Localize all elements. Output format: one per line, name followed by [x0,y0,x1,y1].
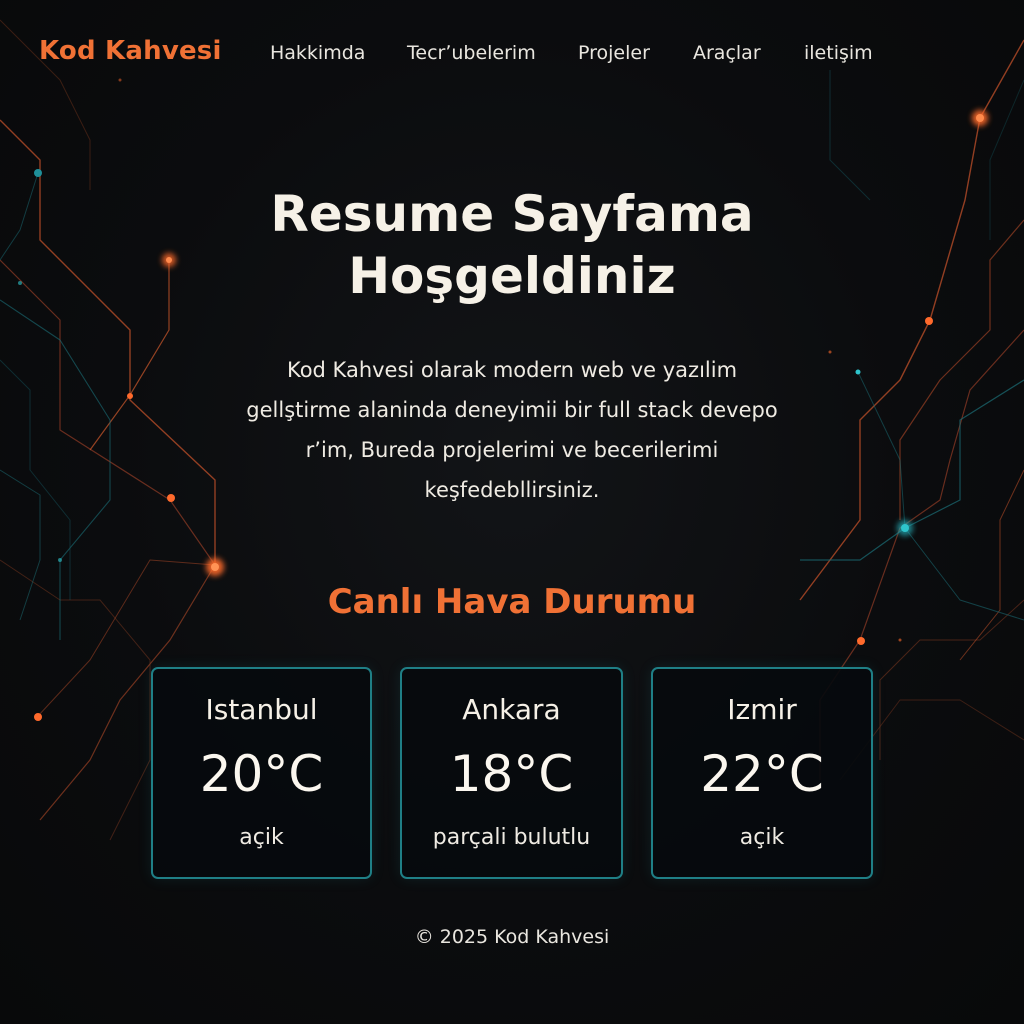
weather-heading: Canlı Hava Durumu [327,582,697,622]
hero-title-line-2: Hoşgeldiniz [348,247,676,305]
weather-card-istanbul: Istanbul 20°C açik [151,667,372,879]
weather-temperature: 18°C [449,745,574,803]
footer-text: 2025 Kod Kahvesi [439,926,610,948]
weather-card-izmir: Izmir 22°C açik [651,667,873,879]
hero-description-line: gellştirme alaninda deneyimii bir full s… [246,398,778,422]
hero-description-line: r’im, Bureda projelerimi ve becerilerimi [305,438,719,462]
brand-logo[interactable]: Kod Kahvesi [39,36,222,66]
nav-link-projeler[interactable]: Projeler [578,42,650,64]
nav-link-hakkimda[interactable]: Hakkimda [270,42,365,64]
weather-city: Istanbul [205,693,318,726]
nav-link-iletisim[interactable]: iletişim [804,42,873,64]
hero-description-line: keşfedebllirsiniz. [424,478,600,502]
weather-condition: parçali bulutlu [432,825,591,850]
weather-temperature: 22°C [700,745,824,803]
weather-city: Ankara [462,693,561,726]
weather-condition: açik [739,825,785,850]
weather-condition: açik [239,825,284,850]
nav-link-araclar[interactable]: Araçlar [693,42,761,64]
footer: © 2025 Kod Kahvesi [312,926,712,948]
hero-description-line: Kod Kahvesi olarak modern web ve yazılim [286,358,738,382]
hero-description: Kod Kahvesi olarak modern web ve yazılim… [200,350,824,510]
weather-city: Izmir [727,693,797,726]
hero-title: Resume Sayfama Hoşgeldiniz [212,183,812,307]
content: Kod Kahvesi Hakkimda Tecrʼubelerim Proje… [0,0,1024,1024]
navbar: Kod Kahvesi Hakkimda Tecrʼubelerim Proje… [0,0,1024,108]
hero-title-line-1: Resume Sayfama [270,185,754,243]
nav-link-tecrubelerim[interactable]: Tecrʼubelerim [407,42,536,64]
page: Kod Kahvesi Hakkimda Tecrʼubelerim Proje… [0,0,1024,1024]
weather-temperature: 20°C [199,745,324,803]
weather-card-ankara: Ankara 18°C parçali bulutlu [400,667,623,879]
copyright-icon: © [414,926,434,948]
